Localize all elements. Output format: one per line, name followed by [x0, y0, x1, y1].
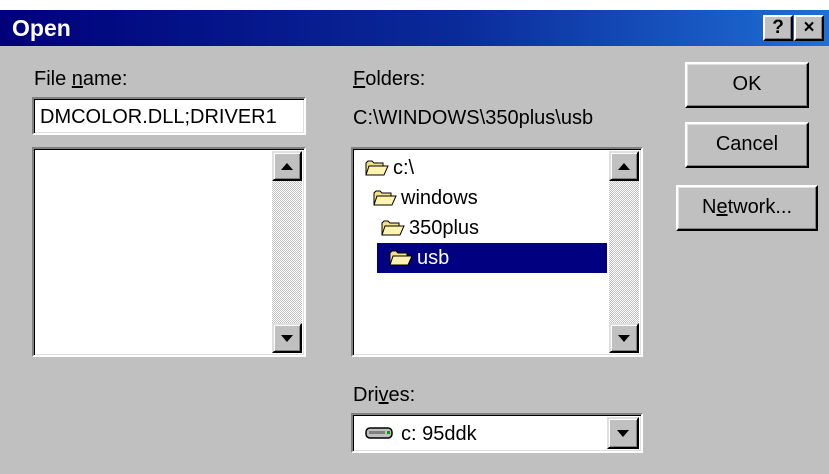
file-list-scroll-up-button[interactable] — [272, 151, 302, 181]
folder-tree-item[interactable]: c:\ — [355, 153, 607, 183]
close-button[interactable]: × — [794, 15, 824, 41]
folder-tree-item[interactable]: windows — [355, 183, 607, 213]
close-icon: × — [803, 17, 815, 38]
folder-tree-scroll-down-button[interactable] — [609, 323, 639, 353]
folder-tree[interactable]: c:\ windows 350plus usb — [351, 147, 643, 357]
folders-label: Folders: — [353, 68, 426, 90]
title-bar[interactable] — [0, 10, 829, 46]
dialog-title: Open — [12, 15, 71, 41]
folder-tree-item-label: 350plus — [409, 217, 480, 239]
file-list-scroll-down-button[interactable] — [272, 323, 302, 353]
file-list[interactable] — [32, 147, 306, 357]
current-folder-path: C:\WINDOWS\350plus\usb — [353, 107, 594, 129]
open-folder-icon — [381, 219, 405, 242]
help-icon: ? — [772, 17, 784, 38]
drives-select[interactable]: c: 95ddk — [351, 413, 643, 453]
folder-tree-scrollbar[interactable] — [609, 151, 639, 353]
hard-drive-icon — [365, 427, 393, 439]
file-name-label: File name: — [34, 68, 128, 90]
open-folder-icon — [389, 249, 413, 272]
scroll-down-icon — [281, 335, 293, 342]
folder-tree-scroll-up-button[interactable] — [609, 151, 639, 181]
drives-selected-value: c: 95ddk — [401, 423, 477, 445]
chevron-down-icon — [617, 430, 629, 437]
open-folder-icon — [373, 189, 397, 212]
network-button[interactable]: Network... — [676, 185, 818, 231]
folder-tree-rows: c:\ windows 350plus usb — [355, 151, 607, 353]
scroll-up-icon — [281, 163, 293, 170]
ok-button[interactable]: OK — [685, 62, 809, 108]
folder-tree-item[interactable]: 350plus — [355, 213, 607, 243]
file-name-value: DMCOLOR.DLL;DRIVER1 — [40, 106, 277, 128]
drives-label: Drives: — [353, 384, 416, 406]
scroll-up-icon — [618, 163, 630, 170]
folder-tree-item-label: c:\ — [393, 157, 415, 179]
cancel-button[interactable]: Cancel — [685, 122, 809, 168]
file-list-scrollbar[interactable] — [272, 151, 302, 353]
open-folder-icon — [365, 159, 389, 182]
scroll-down-icon — [618, 335, 630, 342]
folder-tree-item-label: usb — [417, 247, 450, 269]
folder-tree-item[interactable]: usb — [355, 243, 607, 273]
help-button[interactable]: ? — [763, 15, 793, 41]
file-name-field[interactable]: DMCOLOR.DLL;DRIVER1 — [32, 97, 306, 135]
drives-dropdown-button[interactable] — [607, 417, 639, 449]
folder-tree-item-label: windows — [401, 187, 478, 209]
